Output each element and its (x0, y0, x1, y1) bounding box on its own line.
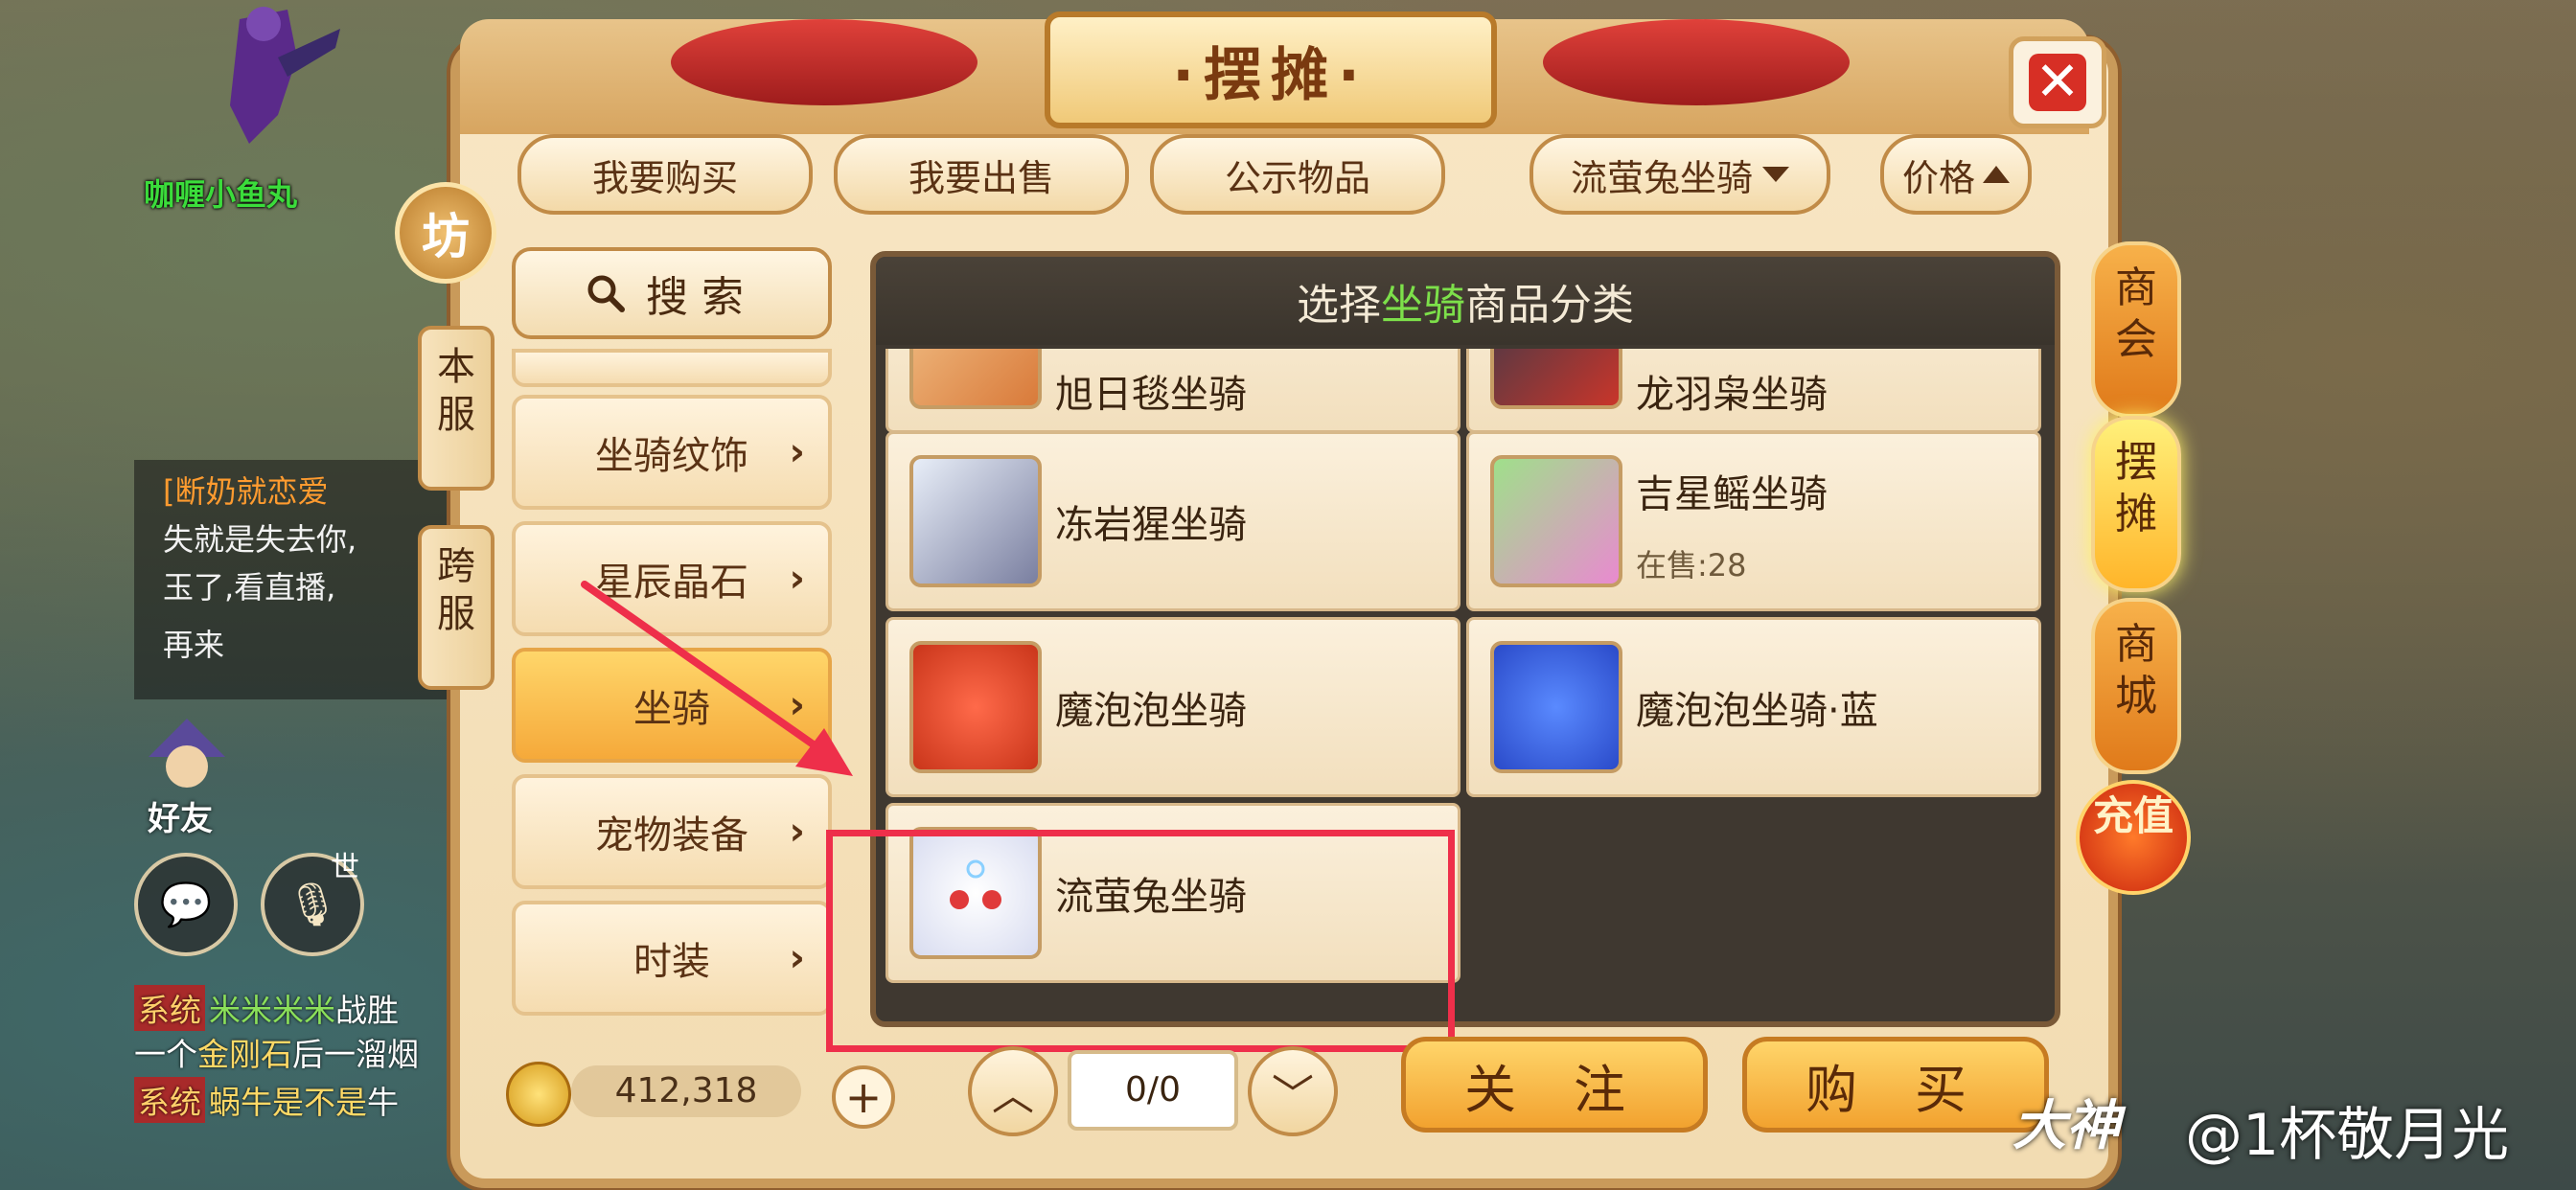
search-label: 搜索 (646, 273, 757, 322)
coin-amount: 412,318 (571, 1065, 801, 1117)
chat-bubble-icon: 💬 (159, 881, 213, 929)
chat-line: 再来 (163, 627, 225, 663)
tab-mall[interactable]: 商城 (2091, 598, 2181, 774)
watermark-user: @1杯敬月光 (2185, 1102, 2510, 1169)
friend-avatar-icon (149, 719, 225, 788)
mount-ray-icon (1490, 455, 1622, 587)
recharge-button[interactable]: 充值 (2076, 780, 2191, 895)
item-card[interactable]: 魔泡泡坐骑 (886, 617, 1460, 797)
filter-dropdown-label: 流萤兔坐骑 (1570, 156, 1753, 199)
chat-line: [断奶就恋爱 (163, 473, 329, 510)
item-name: 旭日毯坐骑 (1055, 373, 1247, 417)
mount-ice-ape-icon (909, 455, 1042, 587)
chat-line: 玉了,看直播, (163, 569, 336, 606)
player-character[interactable] (182, 0, 345, 158)
tab-stall[interactable]: 摆摊 (2091, 416, 2181, 592)
panel-title: ·摆摊· (1045, 11, 1497, 128)
close-button[interactable]: ✕ (2009, 36, 2106, 128)
chevron-right-icon: › (789, 936, 805, 980)
watermark-logo: 大神 (2012, 1095, 2120, 1157)
item-name: 吉星鳐坐骑 (1636, 472, 1828, 516)
tab-chamber[interactable]: 商会 (2091, 241, 2181, 418)
item-name: 魔泡泡坐骑·蓝 (1636, 689, 1878, 733)
chevron-right-icon: › (789, 430, 805, 474)
buy-button[interactable]: 购买 (1742, 1037, 2049, 1133)
ribbon-right-decoration (1543, 19, 1850, 105)
chevron-down-icon: ﹀ (1272, 1071, 1314, 1120)
arrow-up-icon (1983, 166, 2010, 183)
search-button[interactable]: 搜索 (512, 247, 832, 339)
tab-buy[interactable]: 我要购买 (518, 134, 813, 215)
chat-message-button[interactable]: 💬 (134, 853, 238, 956)
item-card[interactable]: 龙羽枭坐骑 (1466, 349, 2041, 433)
chat-line: 失就是失去你, (163, 521, 357, 558)
page-indicator: 0/0 (1068, 1050, 1238, 1131)
content-header: 选择 坐骑 商品分类 (876, 257, 2055, 345)
annotation-highlight-box (826, 830, 1455, 1052)
item-card[interactable]: 吉星鳐坐骑 在售:28 (1466, 431, 2041, 611)
coin-icon (506, 1062, 571, 1127)
ribbon-left-decoration (671, 19, 978, 105)
system-message: 系统 米米米米战胜 (134, 985, 399, 1031)
system-message: 系统 蜗牛是不是牛 (134, 1077, 399, 1123)
server-local-tab[interactable]: 本服 (418, 326, 494, 491)
filter-dropdown[interactable]: 流萤兔坐骑 (1530, 134, 1830, 215)
currency-display: 412,318 + (506, 1060, 895, 1129)
item-card[interactable]: 魔泡泡坐骑·蓝 (1466, 617, 2041, 797)
tab-sell[interactable]: 我要出售 (834, 134, 1129, 215)
category-label: 坐骑纹饰 (595, 434, 748, 478)
player-name: 咖喱小鱼丸 (144, 176, 298, 213)
microphone-icon: 🎙 (286, 881, 339, 929)
sort-price-label: 价格 (1901, 156, 1975, 199)
item-name: 冻岩猩坐骑 (1055, 503, 1247, 547)
page-down-button[interactable]: ﹀ (1248, 1046, 1338, 1136)
tab-public[interactable]: 公示物品 (1150, 134, 1445, 215)
item-card[interactable]: 冻岩猩坐骑 (886, 431, 1460, 611)
mount-bubble-blue-icon (1490, 641, 1622, 773)
category-label: 宠物装备 (595, 813, 748, 858)
item-name: 魔泡泡坐骑 (1055, 689, 1247, 733)
item-card[interactable]: 旭日毯坐骑 (886, 349, 1460, 433)
category-label: 时装 (633, 940, 710, 984)
category-mount-decoration[interactable]: 坐骑纹饰 › (512, 395, 832, 510)
server-cross-tab[interactable]: 跨服 (418, 525, 494, 690)
watermark: 大神 @1杯敬月光 (2012, 1079, 2568, 1169)
mount-bubble-red-icon (909, 641, 1042, 773)
chevron-up-icon: ︿ (992, 1071, 1034, 1120)
dropdown-arrow-icon (1762, 167, 1789, 182)
friend-label: 好友 (148, 800, 213, 838)
item-name: 龙羽枭坐骑 (1636, 373, 1828, 417)
category-item-partial[interactable] (512, 349, 832, 387)
add-currency-button[interactable]: + (832, 1065, 895, 1129)
world-channel-label: 世 (331, 851, 359, 884)
search-icon (587, 275, 625, 312)
mount-dragon-owl-icon (1490, 349, 1622, 409)
close-icon: ✕ (2029, 54, 2086, 111)
mount-carpet-icon (909, 349, 1042, 409)
chevron-right-icon: › (789, 810, 805, 854)
page-up-button[interactable]: ︿ (968, 1046, 1058, 1136)
friend-button[interactable]: 好友 (134, 714, 240, 838)
system-message: 一个金刚石后一溜烟 (134, 1036, 419, 1073)
sort-price-button[interactable]: 价格 (1880, 134, 2032, 215)
follow-button[interactable]: 关注 (1401, 1037, 1708, 1133)
item-on-sale-count: 在售:28 (1636, 547, 1747, 584)
category-fashion[interactable]: 时装 › (512, 901, 832, 1016)
chat-box[interactable]: [断奶就恋爱 失就是失去你, 玉了,看直播, 再来 (134, 460, 450, 699)
annotation-arrow-icon (581, 581, 853, 776)
